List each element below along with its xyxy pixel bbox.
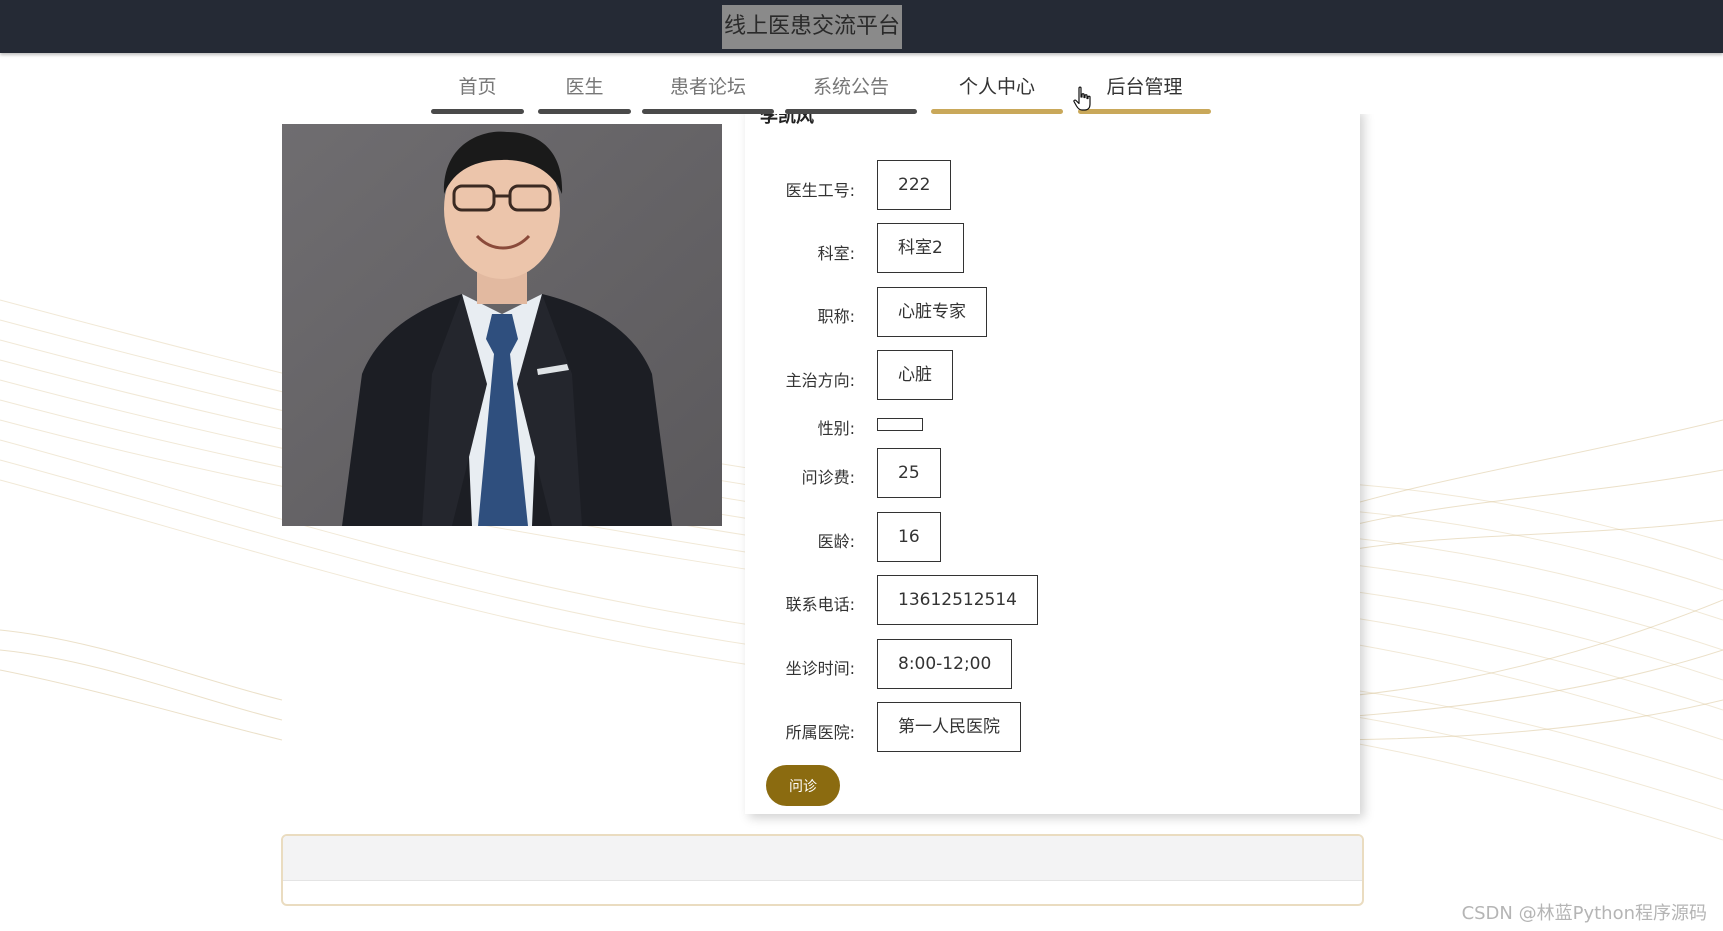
nav-underline xyxy=(1078,109,1211,114)
nav-underline xyxy=(642,109,774,114)
field-label-doctor-id: 医生工号: xyxy=(785,181,855,200)
field-label-gender: 性别: xyxy=(817,419,855,438)
consult-button[interactable]: 问诊 xyxy=(766,765,840,806)
nav-item-doctors[interactable]: 医生 xyxy=(538,72,631,114)
bottom-panel-header xyxy=(283,836,1362,881)
field-label-phone: 联系电话: xyxy=(785,595,855,614)
nav-item-label: 后台管理 xyxy=(1106,76,1183,98)
nav-underline xyxy=(785,109,917,114)
field-label-hospital: 所属医院: xyxy=(785,723,855,742)
nav-item-label: 系统公告 xyxy=(812,76,889,98)
doctor-portrait-icon xyxy=(282,124,722,526)
nav-item-announcements[interactable]: 系统公告 xyxy=(785,72,917,114)
nav-item-admin[interactable]: 后台管理 xyxy=(1078,72,1211,114)
field-label-years-practice: 医龄: xyxy=(817,532,855,551)
hand-cursor-icon xyxy=(1073,86,1091,111)
top-header: 线上医患交流平台 xyxy=(0,0,1723,53)
field-value-hospital: 第一人民医院 xyxy=(877,702,1021,752)
field-label-clinic-hours: 坐诊时间: xyxy=(785,659,855,678)
field-value-doctor-id: 222 xyxy=(877,160,952,210)
field-label-department: 科室: xyxy=(817,244,855,263)
nav-item-label: 患者论坛 xyxy=(669,76,746,98)
watermark: CSDN @林蓝Python程序源码 xyxy=(1461,903,1707,924)
field-value-phone: 13612512514 xyxy=(877,575,1038,625)
nav-underline xyxy=(538,109,631,114)
bottom-panel xyxy=(281,834,1364,906)
main-nav: 首页 医生 患者论坛 系统公告 个人中心 后台管理 xyxy=(0,54,1723,114)
field-value-clinic-hours: 8:00-12;00 xyxy=(877,639,1013,689)
nav-item-home[interactable]: 首页 xyxy=(431,72,524,114)
field-label-title: 职称: xyxy=(817,307,855,326)
nav-underline xyxy=(931,109,1063,114)
nav-item-forum[interactable]: 患者论坛 xyxy=(642,72,774,114)
nav-underline xyxy=(431,109,524,114)
field-value-years-practice: 16 xyxy=(877,512,941,562)
field-value-gender xyxy=(877,418,923,431)
field-value-consult-fee: 25 xyxy=(877,448,941,498)
nav-item-label: 首页 xyxy=(458,76,497,98)
field-value-department: 科室2 xyxy=(877,223,964,273)
nav-item-label: 医生 xyxy=(565,76,604,98)
field-label-consult-fee: 问诊费: xyxy=(801,468,855,487)
doctor-detail-card xyxy=(745,108,1360,814)
doctor-name: 李凯风 xyxy=(760,112,814,127)
field-label-specialty: 主治方向: xyxy=(785,371,855,390)
field-value-title: 心脏专家 xyxy=(877,287,987,337)
nav-item-personal-center[interactable]: 个人中心 xyxy=(931,72,1063,114)
site-title: 线上医患交流平台 xyxy=(722,5,903,49)
page: 线上医患交流平台 首页 医生 患者论坛 系统公告 个人中心 后台管理 李凯风 医… xyxy=(0,0,1723,931)
nav-item-label: 个人中心 xyxy=(958,76,1035,98)
field-value-specialty: 心脏 xyxy=(877,350,953,400)
